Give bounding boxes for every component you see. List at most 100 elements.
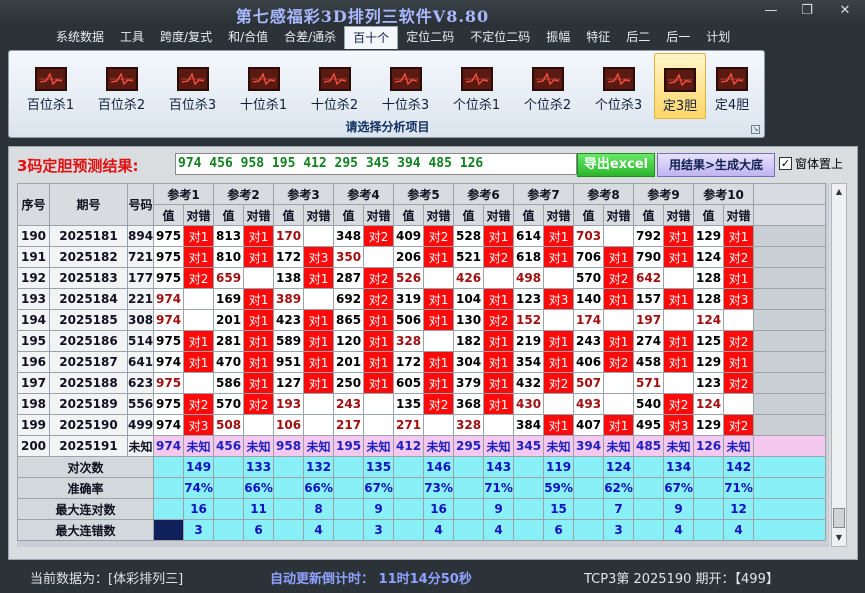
table-row[interactable]: 194 2025185 308 974 201 对1 423 对1 865 对1 506 对1 130 对…	[17, 309, 827, 331]
ribbon-item-0[interactable]: 百位杀1	[15, 53, 86, 119]
grid-vertical-scrollbar[interactable]: ▲ ▼	[831, 183, 847, 547]
ribbon-item-3[interactable]: 十位杀1	[228, 53, 299, 119]
stat-value: 16	[423, 498, 455, 520]
ribbon-item-10[interactable]: 定4胆	[706, 53, 758, 119]
ref-value: 614	[513, 225, 545, 247]
ref-value: 129	[693, 225, 725, 247]
header-ref-8[interactable]: 参考8	[573, 183, 635, 205]
table-row[interactable]: 192 2025183 177 975 对2 659 138 对1 287 对2 526 426 498…	[17, 267, 827, 289]
ref-mark	[543, 309, 575, 331]
row-blank	[753, 519, 827, 541]
close-button[interactable]: ✕	[825, 0, 865, 22]
ref-value: 172	[393, 351, 425, 373]
ribbon-item-4[interactable]: 十位杀2	[299, 53, 370, 119]
header-ref-3[interactable]: 参考3	[273, 183, 335, 205]
ref-mark: 对2	[603, 351, 635, 373]
header-ref-9[interactable]: 参考9	[633, 183, 695, 205]
ref-mark: 对1	[483, 393, 515, 415]
scroll-up-icon[interactable]: ▲	[832, 184, 846, 200]
ref-value: 304	[453, 351, 485, 373]
ref-mark	[243, 414, 275, 436]
header-mark: 对错	[303, 204, 335, 226]
ribbon-item-5[interactable]: 十位杀3	[370, 53, 441, 119]
menu-item-2[interactable]: 跨度/复式	[152, 26, 220, 49]
menu-item-3[interactable]: 和/合值	[220, 26, 276, 49]
ribbon-item-8[interactable]: 个位杀3	[583, 53, 654, 119]
ref-value: 128	[693, 267, 725, 289]
ribbon-item-7[interactable]: 个位杀2	[512, 53, 583, 119]
future-mark: 未知	[363, 435, 395, 457]
table-row[interactable]: 198 2025189 556 975 对2 570 对2 193 243 135 对2 368 对1 4…	[17, 393, 827, 415]
table-row[interactable]: 196 2025187 641 974 对1 470 对1 951 对1 201 对1 172 对1 30…	[17, 351, 827, 373]
ref-value: 521	[453, 246, 485, 268]
window-ontop-option[interactable]: ✓ 窗体置上	[779, 155, 843, 172]
scroll-thumb[interactable]	[833, 508, 845, 528]
table-row[interactable]: 199 2025190 499 974 对3 508 106 217 271 328 384 对1 40…	[17, 414, 827, 436]
export-excel-button[interactable]: 导出excel	[577, 153, 655, 177]
ref-mark: 对1	[483, 288, 515, 310]
header-ref-1[interactable]: 参考1	[153, 183, 215, 205]
ref-value: 432	[513, 372, 545, 394]
menu-item-5[interactable]: 百十个	[344, 26, 399, 49]
menu-item-4[interactable]: 合差/通杀	[276, 26, 344, 49]
header-ref-10[interactable]: 参考10	[693, 183, 755, 205]
table-row[interactable]: 191 2025182 721 975 对1 810 对1 172 对3 350 206 对1 521 对…	[17, 246, 827, 268]
ref-value: 206	[393, 246, 425, 268]
chart-icon	[664, 68, 696, 92]
menu-item-1[interactable]: 工具	[112, 26, 152, 49]
minimize-button[interactable]: —	[753, 0, 789, 22]
menu-item-8[interactable]: 振幅	[538, 26, 578, 49]
ref-value: 790	[633, 246, 665, 268]
ribbon-item-6[interactable]: 个位杀1	[441, 53, 512, 119]
stat-value: 73%	[423, 477, 455, 499]
table-row[interactable]: 197 2025188 623 975 586 对1 127 对1 250 对1 605 对1 379 对…	[17, 372, 827, 394]
menu-item-12[interactable]: 计划	[698, 26, 738, 49]
table-row-future[interactable]: 200 2025191 未知 974 未知 456 未知 958 未知 195 未知 412 未知 295…	[17, 435, 827, 457]
scroll-down-icon[interactable]: ▼	[832, 530, 846, 546]
menu-item-6[interactable]: 定位二码	[398, 26, 462, 49]
table-row[interactable]: 193 2025184 221 974 169 对1 389 692 对2 319 对1 104 对1 1…	[17, 288, 827, 310]
menu-item-0[interactable]: 系统数据	[48, 26, 112, 49]
ref-mark: 对1	[483, 351, 515, 373]
menu-item-11[interactable]: 后一	[658, 26, 698, 49]
header-mark: 对错	[543, 204, 575, 226]
ribbon-item-label: 个位杀3	[594, 98, 643, 113]
header-ref-5[interactable]: 参考5	[393, 183, 455, 205]
row-seq: 194	[17, 309, 50, 331]
ribbon-items: 百位杀1 百位杀2 百位杀3 十位杀1 十位杀2 十位杀3 个位杀1 个位杀2 个位杀3 定3胆 定…	[15, 53, 758, 119]
row-blank	[753, 225, 827, 247]
prediction-result-field[interactable]: 974 456 958 195 412 295 345 394 485 126	[175, 153, 577, 175]
ref-value: 458	[633, 351, 665, 373]
menu-item-7[interactable]: 不定位二码	[462, 26, 538, 49]
ref-value: 129	[693, 414, 725, 436]
stat-pad	[333, 456, 365, 478]
table-row[interactable]: 190 2025181 894 975 对1 813 对1 170 348 对2 409 对2 528 对…	[17, 225, 827, 247]
header-ref-6[interactable]: 参考6	[453, 183, 515, 205]
chart-icon	[176, 67, 209, 91]
generate-base-button[interactable]: 用结果>生成大底	[657, 153, 775, 177]
header-ref-7[interactable]: 参考7	[513, 183, 575, 205]
ref-value: 570	[213, 393, 245, 415]
window-ontop-checkbox[interactable]: ✓	[779, 157, 792, 170]
restore-button[interactable]: ❐	[789, 0, 825, 22]
menu-item-9[interactable]: 特征	[578, 26, 618, 49]
menu-item-10[interactable]: 后二	[618, 26, 658, 49]
ribbon-item-2[interactable]: 百位杀3	[157, 53, 228, 119]
ribbon-expand-icon[interactable]: ↘	[751, 125, 760, 134]
future-mark: 未知	[183, 435, 215, 457]
row-period: 2025191	[49, 435, 128, 457]
stat-value: 74%	[183, 477, 215, 499]
ref-mark	[183, 288, 215, 310]
ref-mark: 对1	[483, 225, 515, 247]
header-ref-2[interactable]: 参考2	[213, 183, 275, 205]
ref-mark: 对1	[183, 246, 215, 268]
table-row[interactable]: 195 2025186 514 975 对1 281 对1 589 对1 120 对1 328 182 对…	[17, 330, 827, 352]
row-seq: 191	[17, 246, 50, 268]
header-ref-4[interactable]: 参考4	[333, 183, 395, 205]
ref-value: 328	[393, 330, 425, 352]
ribbon-item-1[interactable]: 百位杀2	[86, 53, 157, 119]
stat-pad	[153, 477, 185, 499]
stat-value: 4	[423, 519, 455, 541]
ribbon-item-9[interactable]: 定3胆	[654, 53, 706, 119]
future-value: 974	[153, 435, 185, 457]
